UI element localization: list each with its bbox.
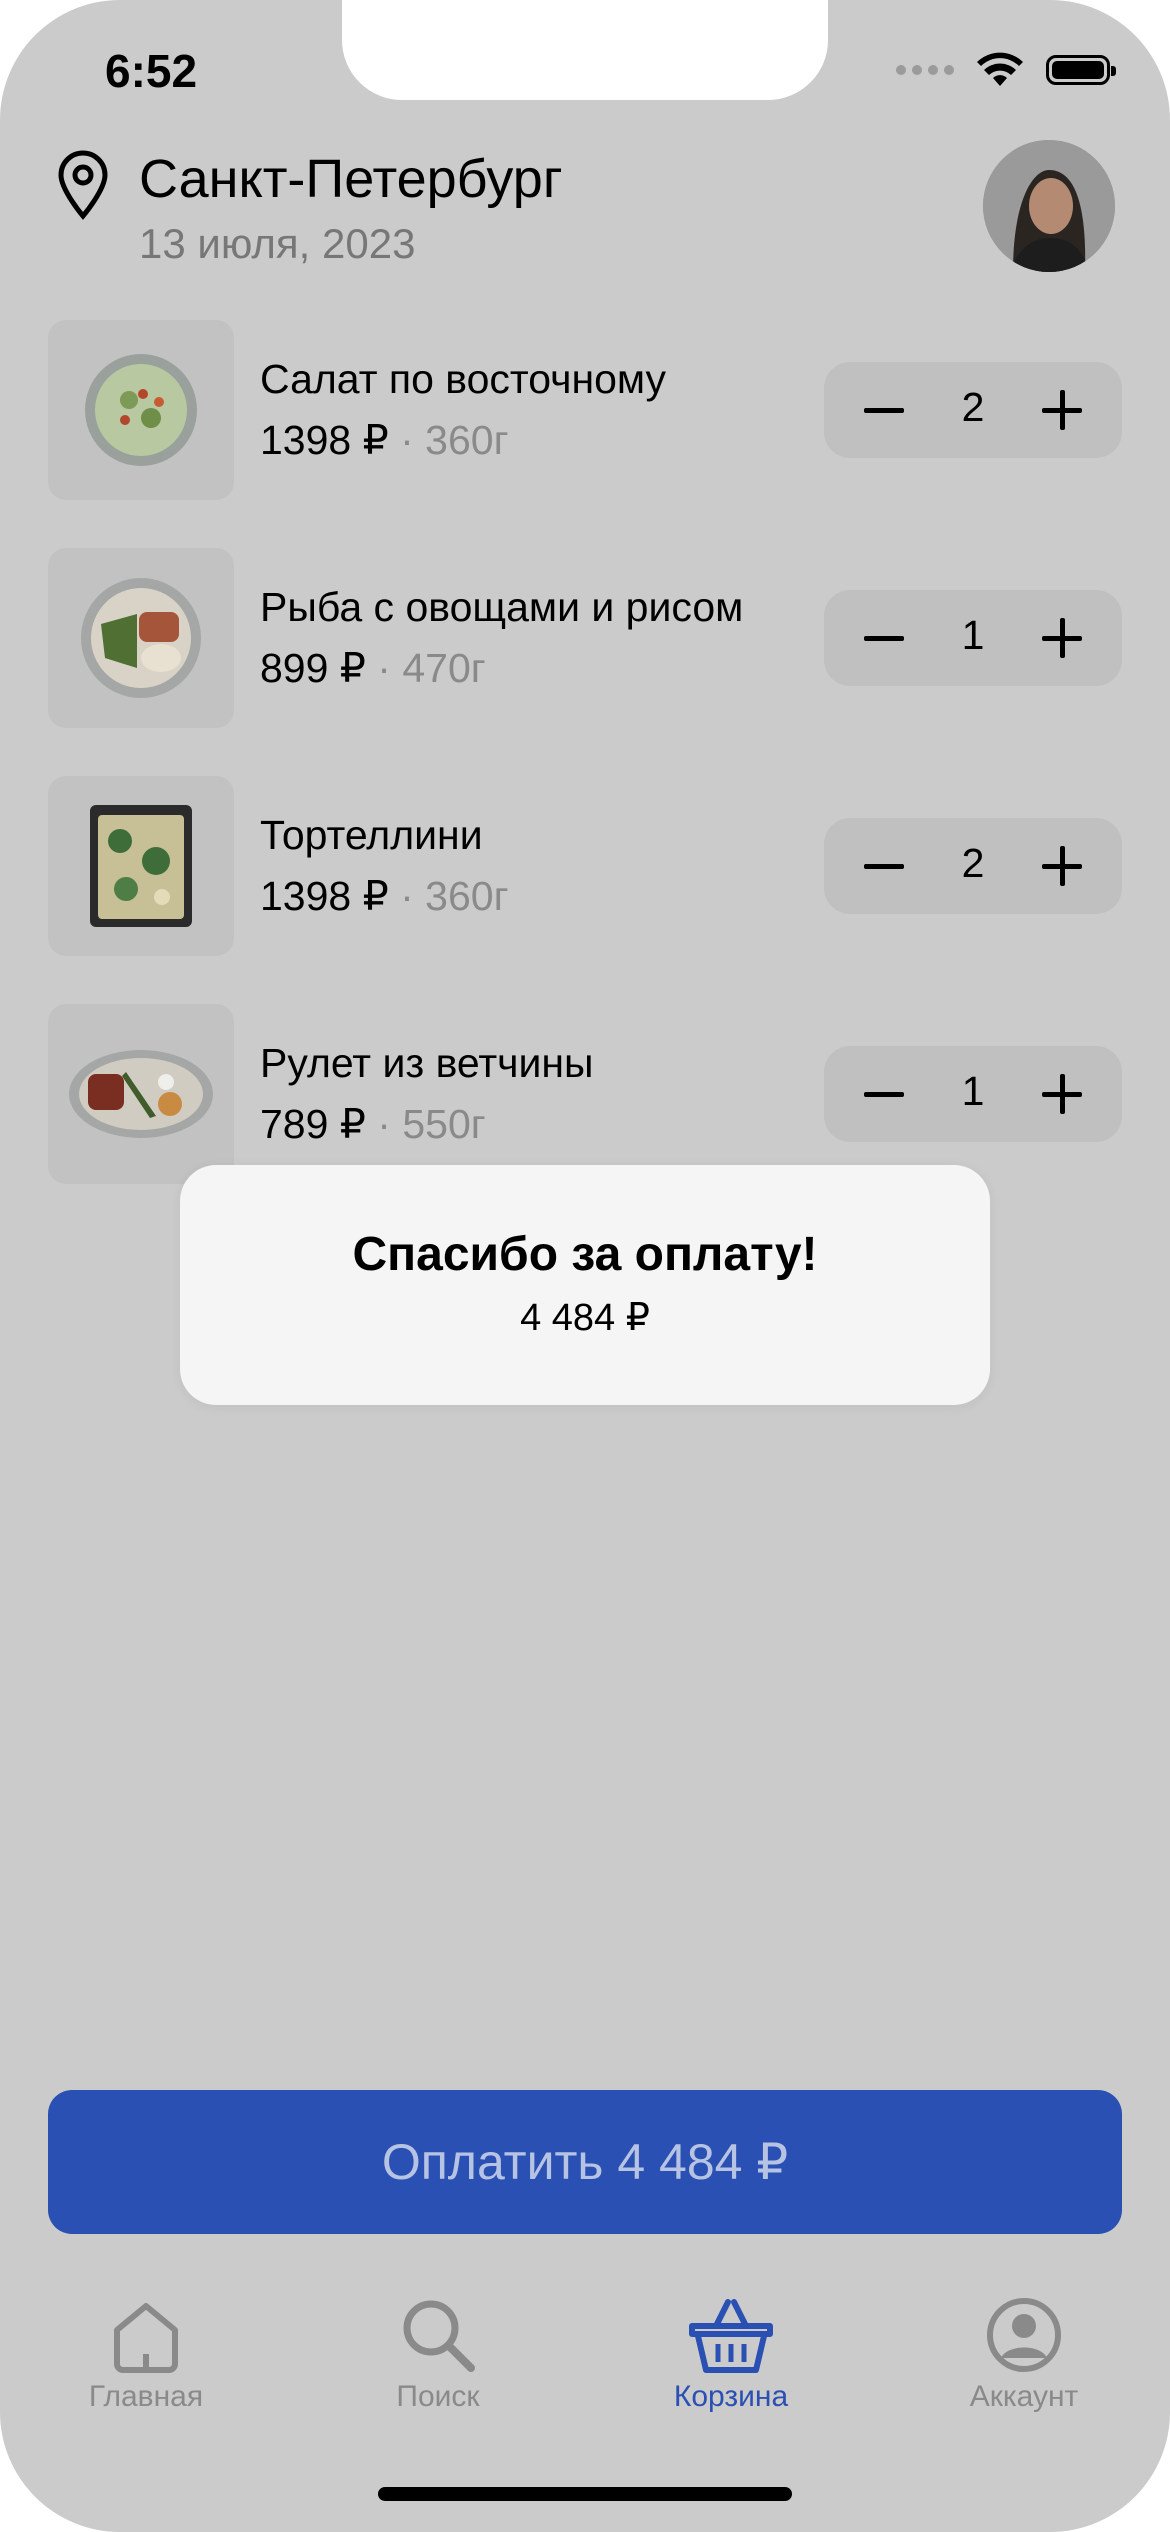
current-date: 13 июля, 2023 bbox=[139, 220, 416, 267]
cart-item[interactable]: Рулет из ветчины 789 ₽ · 550г 1 bbox=[48, 1004, 1122, 1184]
city-name[interactable]: Санкт-Петербург bbox=[139, 148, 563, 210]
item-price: 1398 ₽ bbox=[260, 417, 389, 463]
fish-rice-image bbox=[48, 548, 234, 728]
item-price: 789 ₽ bbox=[260, 1101, 366, 1147]
account-icon bbox=[987, 2298, 1061, 2372]
item-name: Салат по восточному bbox=[260, 356, 667, 402]
ham-roll-image bbox=[48, 1004, 234, 1184]
item-price: 1398 ₽ bbox=[260, 873, 389, 919]
battery-icon bbox=[1046, 55, 1116, 85]
tortellini-image bbox=[48, 776, 234, 956]
item-weight: 360г bbox=[425, 873, 509, 919]
status-icons bbox=[896, 52, 1116, 88]
item-price: 899 ₽ bbox=[260, 645, 366, 691]
user-photo-icon bbox=[983, 140, 1115, 272]
salad-image bbox=[48, 320, 234, 500]
pay-button[interactable]: Оплатить 4 484 ₽ bbox=[48, 2090, 1122, 2234]
quantity-stepper: 2 bbox=[824, 818, 1122, 914]
item-price-weight: 789 ₽ · 550г bbox=[260, 1100, 486, 1148]
tab-label: Поиск bbox=[396, 2380, 480, 2413]
item-name: Рыба с овощами и рисом bbox=[260, 584, 744, 630]
search-icon bbox=[403, 2300, 475, 2372]
item-price-weight: 899 ₽ · 470г bbox=[260, 644, 486, 692]
separator-dot: · bbox=[377, 1101, 391, 1147]
tab-label: Аккаунт bbox=[969, 2380, 1079, 2413]
increase-button[interactable] bbox=[1042, 390, 1082, 430]
cart-item[interactable]: Салат по восточному 1398 ₽ · 360г 2 bbox=[48, 320, 1122, 500]
tab-account[interactable]: Аккаунт bbox=[914, 2290, 1134, 2430]
cart-item[interactable]: Рыба с овощами и рисом 899 ₽ · 470г 1 bbox=[48, 548, 1122, 728]
increase-button[interactable] bbox=[1042, 846, 1082, 886]
item-price-weight: 1398 ₽ · 360г bbox=[260, 872, 509, 920]
quantity-stepper: 2 bbox=[824, 362, 1122, 458]
tab-search[interactable]: Поиск bbox=[328, 2290, 548, 2430]
separator-dot: · bbox=[400, 417, 414, 463]
toast-amount: 4 484 ₽ bbox=[520, 1297, 650, 1339]
separator-dot: · bbox=[377, 645, 391, 691]
home-indicator[interactable] bbox=[378, 2487, 792, 2501]
signal-icon bbox=[896, 65, 954, 75]
item-weight: 470г bbox=[402, 645, 486, 691]
header: Санкт-Петербург 13 июля, 2023 bbox=[55, 140, 1115, 290]
basket-icon bbox=[689, 2299, 773, 2373]
separator-dot: · bbox=[400, 873, 414, 919]
increase-button[interactable] bbox=[1042, 618, 1082, 658]
home-icon bbox=[114, 2303, 178, 2373]
cart-item[interactable]: Тортеллини 1398 ₽ · 360г 2 bbox=[48, 776, 1122, 956]
status-time: 6:52 bbox=[105, 45, 198, 97]
item-name: Тортеллини bbox=[260, 812, 483, 858]
tab-label: Корзина bbox=[673, 2380, 789, 2413]
quantity-stepper: 1 bbox=[824, 590, 1122, 686]
increase-button[interactable] bbox=[1042, 1074, 1082, 1114]
item-weight: 550г bbox=[402, 1101, 486, 1147]
cart-list: Салат по восточному 1398 ₽ · 360г 2 Рыба… bbox=[48, 320, 1122, 1232]
quantity-stepper: 1 bbox=[824, 1046, 1122, 1142]
wifi-icon bbox=[977, 52, 1023, 86]
item-weight: 360г bbox=[425, 417, 509, 463]
avatar[interactable] bbox=[983, 140, 1115, 272]
toast-title: Спасибо за оплату! bbox=[352, 1228, 818, 1281]
notch bbox=[342, 0, 828, 100]
item-price-weight: 1398 ₽ · 360г bbox=[260, 416, 509, 464]
tab-bar: Главная Поиск Корзина Аккаунт bbox=[0, 2290, 1170, 2450]
map-pin-icon[interactable] bbox=[55, 150, 111, 220]
item-name: Рулет из ветчины bbox=[260, 1040, 594, 1086]
payment-success-toast: Спасибо за оплату! 4 484 ₽ bbox=[180, 1165, 990, 1405]
tab-label: Главная bbox=[88, 2380, 204, 2413]
tab-cart[interactable]: Корзина bbox=[621, 2290, 841, 2430]
phone-screen: 6:52 Санкт-Петербург 13 июля, 2023 Салат… bbox=[0, 0, 1170, 2532]
tab-home[interactable]: Главная bbox=[36, 2290, 256, 2430]
